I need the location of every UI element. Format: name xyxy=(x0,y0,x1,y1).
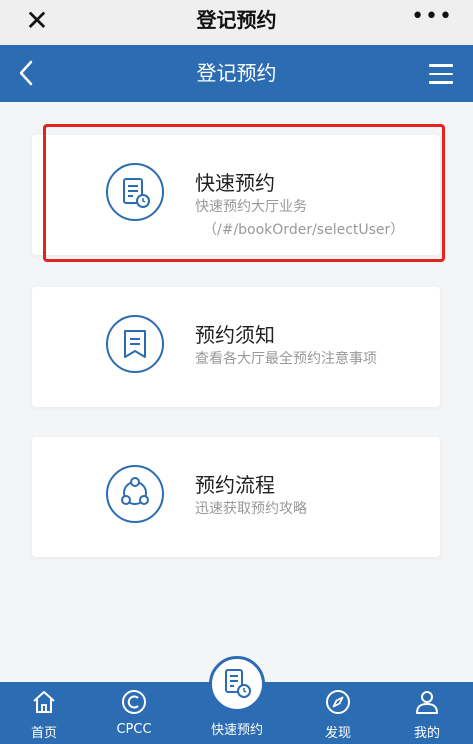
tab-quick-booking[interactable] xyxy=(209,656,265,712)
tab-cpcc[interactable]: CPCC xyxy=(99,682,169,744)
tab-label: 我的 xyxy=(413,726,440,741)
card-subtitle: 迅速获取预约攻略 xyxy=(195,501,307,517)
tab-label: 首页 xyxy=(30,726,57,741)
wechat-page-title: 登记预约 xyxy=(196,8,277,32)
card-subtitle: 查看各大厅最全预约注意事项 xyxy=(195,351,377,367)
more-icon[interactable]: ••• xyxy=(411,4,453,29)
highlight-box xyxy=(43,124,445,262)
hamburger-menu-icon[interactable] xyxy=(429,64,453,84)
booking-notice-card[interactable]: 预约须知 查看各大厅最全预约注意事项 xyxy=(32,287,440,407)
card-title: 预约流程 xyxy=(195,473,275,497)
booking-process-card[interactable]: 预约流程 迅速获取预约攻略 xyxy=(32,437,440,557)
copyright-circle-icon xyxy=(122,690,146,714)
tab-home[interactable]: 首页 xyxy=(9,682,79,744)
bookmark-icon xyxy=(106,315,164,373)
tab-label: 发现 xyxy=(324,726,351,741)
user-icon xyxy=(416,691,438,714)
app-header: 登记预约 xyxy=(0,45,473,102)
document-clock-icon xyxy=(225,669,251,698)
wechat-title-bar: ✕ 登记预约 ••• xyxy=(0,0,473,45)
compass-icon xyxy=(326,690,350,714)
tab-mine[interactable]: 我的 xyxy=(392,682,462,744)
home-icon xyxy=(33,691,55,713)
process-cycle-icon xyxy=(106,465,164,523)
page-title: 登记预约 xyxy=(196,61,277,85)
tab-label: 快速预约 xyxy=(210,723,263,738)
card-title: 预约须知 xyxy=(195,323,275,347)
tab-discover[interactable]: 发现 xyxy=(303,682,373,744)
tab-label: CPCC xyxy=(116,722,152,737)
